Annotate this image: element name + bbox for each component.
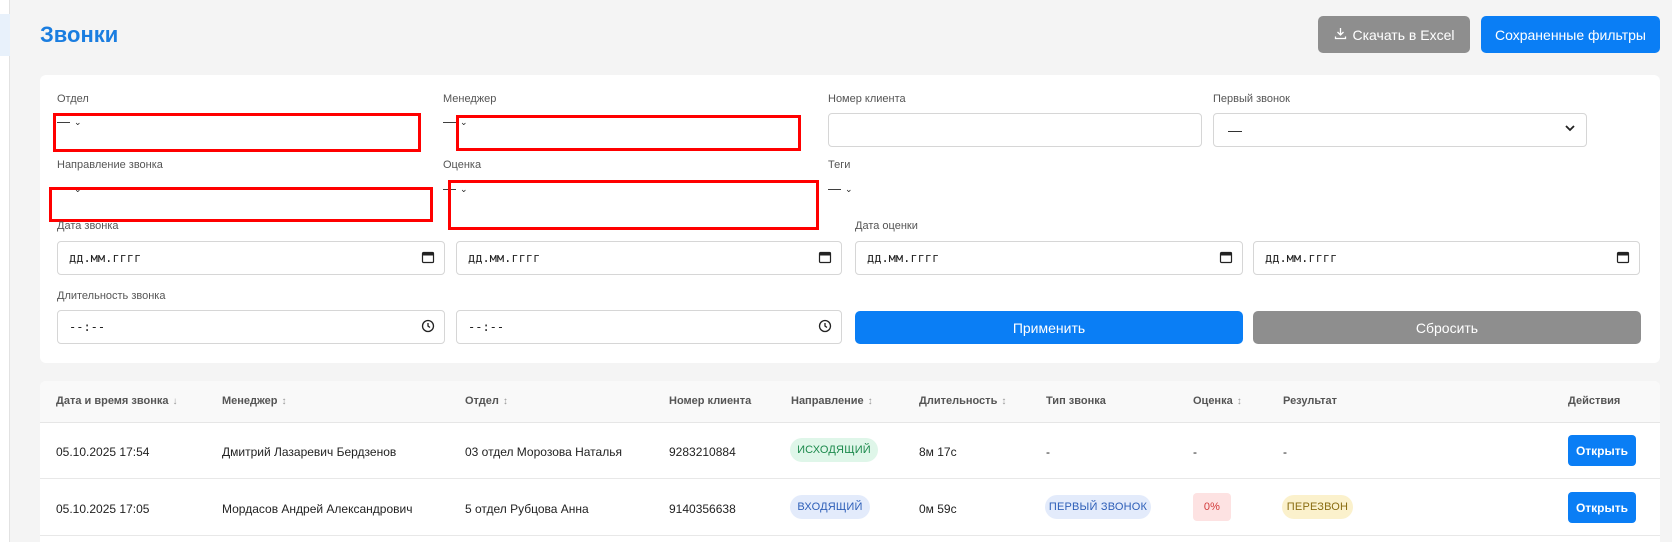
table-row: 05.10.2025 17:05 Мордасов Андрей Алексан… bbox=[40, 480, 1660, 536]
tags-label: Теги bbox=[828, 159, 851, 171]
apply-button[interactable]: Применить bbox=[855, 311, 1243, 344]
col-header-score[interactable]: Оценка ↕ bbox=[1193, 395, 1242, 407]
cell-manager: Дмитрий Лазаревич Бердзенов bbox=[222, 445, 397, 459]
chevron-down-icon: ⌄ bbox=[845, 184, 853, 194]
rating-date-from-input[interactable]: дд.мм.гггг bbox=[855, 241, 1243, 275]
download-excel-button[interactable]: Скачать в Excel bbox=[1318, 16, 1470, 53]
tags-value: — bbox=[828, 181, 841, 196]
highlight-box-department bbox=[53, 113, 421, 152]
cell-datetime: 05.10.2025 17:05 bbox=[56, 502, 150, 516]
col-header-manager[interactable]: Менеджер ↕ bbox=[222, 395, 287, 407]
col-header-direction[interactable]: Направление ↕ bbox=[791, 395, 873, 407]
table-header: Дата и время звонка ↓ Менеджер ↕ Отдел ↕ Но… bbox=[40, 381, 1660, 423]
col-header-type: Тип звонка bbox=[1046, 395, 1106, 407]
call-date-from-input[interactable]: дд.мм.гггг bbox=[57, 241, 445, 275]
download-excel-label: Скачать в Excel bbox=[1352, 26, 1455, 43]
chevron-down-icon bbox=[1564, 122, 1576, 137]
col-header-department[interactable]: Отдел ↕ bbox=[465, 395, 508, 407]
rating-date-to-input[interactable]: дд.мм.гггг bbox=[1253, 241, 1640, 275]
clock-icon[interactable] bbox=[818, 319, 832, 333]
col-header-label: Результат bbox=[1283, 395, 1338, 407]
result-badge: перезвон bbox=[1282, 495, 1353, 519]
rating-label: Оценка bbox=[443, 159, 482, 171]
reset-button[interactable]: Сбросить bbox=[1253, 311, 1641, 344]
col-header-label: Оценка bbox=[1193, 395, 1233, 407]
highlight-box-rating bbox=[448, 180, 819, 230]
cell-duration: 8м 17с bbox=[919, 445, 957, 459]
cell-result: - bbox=[1283, 445, 1287, 459]
calendar-icon[interactable] bbox=[818, 250, 832, 264]
cell-client: 9140356638 bbox=[669, 502, 736, 516]
direction-label: Направление звонка bbox=[57, 159, 163, 171]
cell-type: - bbox=[1046, 445, 1050, 459]
highlight-box-manager bbox=[456, 115, 801, 151]
duration-to-value: --:-- bbox=[468, 320, 505, 334]
duration-from-input[interactable]: --:-- bbox=[57, 310, 445, 344]
col-header-label: Длительность bbox=[919, 395, 998, 407]
cell-duration: 0м 59с bbox=[919, 502, 957, 516]
rating-date-to-value: дд.мм.гггг bbox=[1265, 251, 1338, 265]
col-header-label: Менеджер bbox=[222, 395, 278, 407]
client-number-label: Номер клиента bbox=[828, 93, 906, 105]
first-call-value: — bbox=[1228, 122, 1242, 138]
duration-from-value: --:-- bbox=[69, 320, 106, 334]
open-button[interactable]: Открыть bbox=[1568, 492, 1636, 523]
manager-value: — bbox=[443, 114, 456, 129]
tags-select[interactable]: — ⌄ bbox=[828, 181, 853, 196]
call-date-to-value: дд.мм.гггг bbox=[468, 251, 541, 265]
clock-icon[interactable] bbox=[421, 319, 435, 333]
col-header-label: Тип звонка bbox=[1046, 395, 1106, 407]
direction-badge: исходящий bbox=[790, 438, 878, 462]
table-row: 05.10.2025 17:54 Дмитрий Лазаревич Бердз… bbox=[40, 423, 1660, 479]
col-header-label: Отдел bbox=[465, 395, 499, 407]
sort-icon: ↕ bbox=[1001, 396, 1007, 407]
cell-datetime: 05.10.2025 17:54 bbox=[56, 445, 150, 459]
open-button[interactable]: Открыть bbox=[1568, 435, 1636, 466]
saved-filters-button[interactable]: Сохраненные фильтры bbox=[1481, 16, 1660, 53]
col-header-datetime[interactable]: Дата и время звонка ↓ bbox=[56, 395, 177, 407]
col-header-client: Номер клиента bbox=[669, 395, 751, 407]
first-call-select[interactable]: — bbox=[1213, 113, 1587, 147]
sidebar-active-item[interactable] bbox=[0, 14, 10, 56]
sort-icon: ↕ bbox=[1236, 396, 1242, 407]
page-title: Звонки bbox=[40, 22, 119, 47]
cell-department: 03 отдел Морозова Наталья bbox=[465, 445, 622, 459]
col-header-result: Результат bbox=[1283, 395, 1337, 407]
calls-table: Дата и время звонка ↓ Менеджер ↕ Отдел ↕ Но… bbox=[40, 381, 1660, 542]
col-header-duration[interactable]: Длительность ↕ bbox=[919, 395, 1006, 407]
calendar-icon[interactable] bbox=[421, 250, 435, 264]
manager-label: Менеджер bbox=[443, 93, 497, 105]
sort-down-icon: ↓ bbox=[172, 396, 178, 407]
download-icon bbox=[1334, 27, 1347, 43]
cell-client: 9283210884 bbox=[669, 445, 736, 459]
department-label: Отдел bbox=[57, 93, 89, 105]
score-badge: 0% bbox=[1193, 493, 1231, 521]
sort-icon: ↕ bbox=[502, 396, 508, 407]
first-call-label: Первый звонок bbox=[1213, 93, 1290, 105]
calendar-icon[interactable] bbox=[1219, 250, 1233, 264]
direction-badge: входящий bbox=[790, 495, 870, 519]
sort-icon: ↕ bbox=[281, 396, 287, 407]
calendar-icon[interactable] bbox=[1616, 250, 1630, 264]
cell-manager: Мордасов Андрей Александрович bbox=[222, 502, 413, 516]
client-number-input[interactable] bbox=[828, 113, 1202, 147]
col-header-label: Действия bbox=[1568, 395, 1621, 407]
sort-icon: ↕ bbox=[867, 396, 873, 407]
rating-date-from-value: дд.мм.гггг bbox=[867, 251, 940, 265]
col-header-label: Номер клиента bbox=[669, 395, 752, 407]
call-date-from-value: дд.мм.гггг bbox=[69, 251, 142, 265]
rating-date-label: Дата оценки bbox=[855, 220, 918, 232]
duration-to-input[interactable]: --:-- bbox=[456, 310, 842, 344]
call-type-badge: первый звонок bbox=[1045, 495, 1151, 519]
sidebar-edge bbox=[0, 0, 10, 542]
duration-label: Длительность звонка bbox=[57, 290, 166, 302]
col-header-label: Направление bbox=[791, 395, 864, 407]
col-header-label: Дата и время звонка bbox=[56, 395, 169, 407]
call-date-label: Дата звонка bbox=[57, 220, 119, 232]
cell-score: - bbox=[1193, 445, 1197, 459]
cell-department: 5 отдел Рубцова Анна bbox=[465, 502, 589, 516]
call-date-to-input[interactable]: дд.мм.гггг bbox=[456, 241, 842, 275]
highlight-box-direction bbox=[49, 187, 433, 222]
col-header-actions: Действия bbox=[1568, 395, 1620, 407]
